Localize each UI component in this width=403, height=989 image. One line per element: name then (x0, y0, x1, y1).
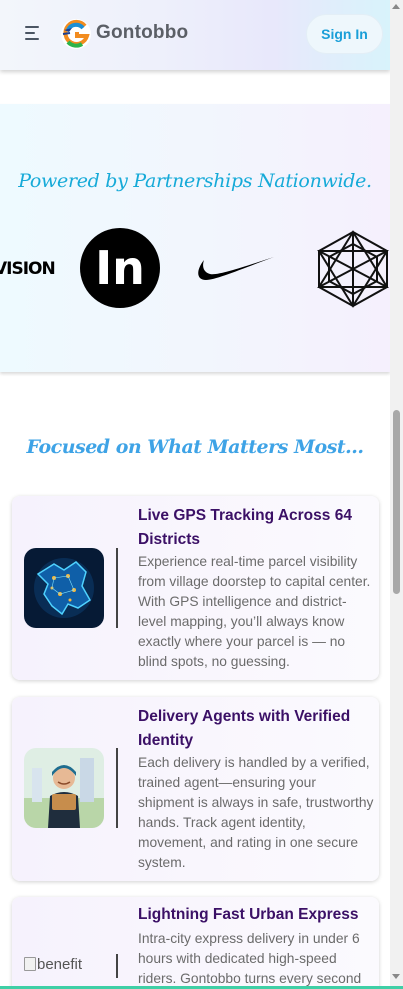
partners-title: Powered by Partnerships Nationwide. (18, 170, 372, 192)
card-divider (116, 954, 118, 978)
brand-name[interactable]: Gontobbo (96, 22, 188, 44)
nike-logo (198, 257, 274, 280)
page-scrollbar[interactable] (390, 0, 403, 989)
feature-card-express[interactable]: benefit Lightning Fast Urban Express Int… (12, 897, 379, 989)
feature-card-agents[interactable]: Delivery Agents with Verified Identity E… (12, 697, 379, 881)
linkedin-logo: In (80, 228, 160, 308)
focus-section-title: Focused on What Matters Most... (26, 436, 364, 458)
scroll-down-arrow-icon[interactable] (392, 974, 400, 979)
bangladesh-gps-map-image (24, 548, 104, 628)
vision-logo: VISION (0, 259, 56, 279)
card-title: Live GPS Tracking Across 64 Districts (138, 507, 352, 548)
page: Gontobbo Sign In Powered by Partnerships… (0, 0, 403, 989)
partners-section: Powered by Partnerships Nationwide. VISI… (0, 104, 390, 372)
scrollbar-thumb[interactable] (393, 410, 400, 594)
card-divider (116, 748, 118, 828)
linkedin-logo-text: In (95, 241, 145, 295)
image-alt-text: benefit (37, 956, 83, 973)
card-description: Intra-city express delivery in under 6 h… (138, 931, 362, 986)
card-title: Lightning Fast Urban Express (138, 906, 359, 923)
broken-benefit-image: benefit (24, 956, 82, 973)
card-description: Each delivery is handled by a verified, … (138, 755, 374, 870)
main-content: Gontobbo Sign In Powered by Partnerships… (0, 0, 390, 989)
hamburger-menu-icon[interactable] (25, 26, 43, 42)
card-description: Experience real-time parcel visibility f… (138, 554, 371, 669)
card-divider (116, 548, 118, 628)
gontobbo-logo-icon[interactable] (60, 18, 92, 50)
sign-in-button[interactable]: Sign In (306, 14, 383, 54)
top-navbar: Gontobbo Sign In (0, 0, 390, 70)
feature-card-gps[interactable]: Live GPS Tracking Across 64 Districts Ex… (12, 496, 379, 680)
scroll-up-arrow-icon[interactable] (392, 4, 400, 9)
geometric-hexagon-logo (317, 230, 389, 308)
card-title: Delivery Agents with Verified Identity (138, 708, 351, 749)
delivery-agent-image (24, 748, 104, 828)
broken-image-icon (24, 957, 36, 971)
